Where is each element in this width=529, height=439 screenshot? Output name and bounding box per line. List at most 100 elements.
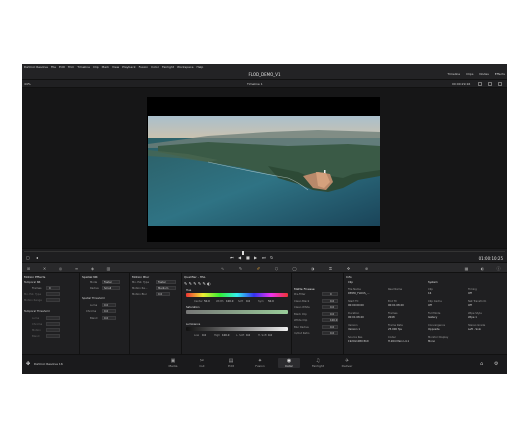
center-value[interactable]: 50.0 xyxy=(204,300,210,303)
window-icon[interactable]: ⬡ xyxy=(274,266,279,271)
menu-color[interactable]: Color xyxy=(151,65,159,69)
dock-options-icon[interactable]: ◐ xyxy=(480,266,485,271)
last-frame-icon[interactable]: ⏭ xyxy=(262,256,266,260)
luminance-bar[interactable] xyxy=(186,327,288,331)
saturation-bar[interactable] xyxy=(186,310,288,314)
width-value[interactable]: 100.0 xyxy=(226,300,233,303)
motion-range-select[interactable] xyxy=(46,298,60,302)
more-options-icon[interactable] xyxy=(498,82,502,86)
viewer-options-icon[interactable]: ▢ xyxy=(26,256,30,260)
viewer-mode-icon[interactable] xyxy=(478,82,482,86)
info-key: Net Transform xyxy=(468,300,487,303)
settings-icon[interactable]: ⚙ xyxy=(494,361,498,367)
playhead[interactable] xyxy=(242,251,244,255)
key-icon[interactable]: ⚿ xyxy=(328,266,333,271)
info-icon[interactable]: ⓘ xyxy=(496,266,501,271)
info-value: Off xyxy=(468,292,472,295)
color-warper-icon[interactable]: ✎ xyxy=(238,266,243,271)
menu-edit[interactable]: Edit xyxy=(59,65,65,69)
page-tab-cut[interactable]: ✂ Cut xyxy=(191,358,213,368)
info-value: 00:00:00:00 xyxy=(348,304,364,307)
menu-help[interactable]: Help xyxy=(196,65,203,69)
page-tab-label: Color xyxy=(285,364,293,368)
timeline-selector[interactable]: Timeline 1 xyxy=(247,82,263,86)
loop-icon[interactable]: ↻ xyxy=(270,256,273,260)
page-tab-fairlight[interactable]: ♫ Fairlight xyxy=(307,358,329,368)
play-reverse-icon[interactable]: ◀ xyxy=(238,256,241,260)
picker-tools-icon[interactable]: ✎ ✎ ✎ ✎ ✎ ◐ xyxy=(184,281,211,286)
sn-luma-value: 0.0 xyxy=(104,304,109,307)
page-tab-fusion[interactable]: ✦ Fusion xyxy=(249,358,271,368)
motion-effects-icon[interactable]: ◈ xyxy=(90,266,95,271)
menu-clip[interactable]: Clip xyxy=(93,65,99,69)
motion-field[interactable] xyxy=(46,328,60,332)
transport-bar: ▢ ◂ ⏮ ◀ ■ ▶ ⏭ ↻ 01:00:10:25 xyxy=(22,248,507,262)
page-tab-edit[interactable]: ▤ Edit xyxy=(220,358,242,368)
effects-toggle[interactable]: Effects xyxy=(495,72,505,76)
page-tab-deliver[interactable]: ✈ Deliver xyxy=(336,358,358,368)
info-key: Frames xyxy=(388,312,398,315)
curves-icon[interactable]: ∿ xyxy=(220,266,225,271)
menu-app[interactable]: DaVinci Resolve xyxy=(24,65,48,69)
menu-fairlight[interactable]: Fairlight xyxy=(162,65,174,69)
hsoft-value[interactable]: 0.0 xyxy=(268,334,272,337)
info-key: Clip Cache xyxy=(428,300,442,303)
scrubber-track[interactable] xyxy=(24,251,505,255)
transport-timecode: 01:00:10:25 xyxy=(478,256,503,261)
spatial-nr-panel: Spatial NR Mode Faster Radius Small Spat… xyxy=(80,273,130,354)
menu-timeline[interactable]: Timeline xyxy=(77,65,90,69)
luma-label: Luma xyxy=(32,317,40,320)
gallery-icon[interactable]: ▥ xyxy=(106,266,111,271)
low-value[interactable]: 0.0 xyxy=(202,334,206,337)
tracker-icon[interactable]: ◯ xyxy=(292,266,297,271)
page-tab-media[interactable]: ▣ Media xyxy=(162,358,184,368)
chroma-field[interactable] xyxy=(46,322,60,326)
menu-trim[interactable]: Trim xyxy=(68,65,74,69)
menu-fusion[interactable]: Fusion xyxy=(139,65,149,69)
sn-luma-label: Luma xyxy=(90,304,98,307)
scopes-icon[interactable]: ▦ xyxy=(464,266,469,271)
volume-icon[interactable]: ◂ xyxy=(36,256,38,260)
3d-icon[interactable]: ⊕ xyxy=(364,266,369,271)
app-version: DaVinci Resolve 16 xyxy=(34,362,63,366)
info-key: Monitor Display xyxy=(428,336,449,339)
menu-view[interactable]: View xyxy=(112,65,119,69)
play-icon[interactable]: ▶ xyxy=(254,256,257,260)
video-frame[interactable] xyxy=(148,116,380,226)
luma-field[interactable] xyxy=(46,316,60,320)
blend-field[interactable] xyxy=(46,334,60,338)
blur-icon[interactable]: ◑ xyxy=(310,266,315,271)
camera-raw-icon[interactable]: ⊞ xyxy=(26,266,31,271)
home-icon[interactable]: ⌂ xyxy=(480,361,483,367)
nodes-toggle[interactable]: Nodes xyxy=(479,72,488,76)
menu-file[interactable]: File xyxy=(51,65,56,69)
color-wheels-icon[interactable]: ◎ xyxy=(58,266,63,271)
menu-workspace[interactable]: Workspace xyxy=(177,65,193,69)
info-key: Source Res xyxy=(348,336,363,339)
menu-playback[interactable]: Playback xyxy=(122,65,135,69)
soft-value[interactable]: 0.0 xyxy=(246,300,250,303)
sym-value[interactable]: 50.0 xyxy=(268,300,274,303)
color-match-icon[interactable]: ✕ xyxy=(42,266,47,271)
lsoft-value[interactable]: 0.0 xyxy=(246,334,250,337)
rgb-mixer-icon[interactable]: ≡ xyxy=(74,266,79,271)
mo-est-type-select[interactable] xyxy=(46,292,60,296)
zoom-level[interactable]: 44% xyxy=(24,82,31,86)
high-value[interactable]: 100.0 xyxy=(222,334,229,337)
page-tab-color[interactable]: ◉ Color xyxy=(278,358,300,368)
info-key: Reel Name xyxy=(388,288,403,291)
info-value: 00:01:08:20 xyxy=(348,316,364,319)
timeline-toggle[interactable]: Timeline xyxy=(447,72,460,76)
info-key: Full Mode xyxy=(428,312,441,315)
clips-toggle[interactable]: Clips xyxy=(466,72,473,76)
hue-bar[interactable] xyxy=(186,293,288,297)
grid-icon[interactable] xyxy=(488,82,492,86)
stop-icon[interactable]: ■ xyxy=(246,256,250,260)
first-frame-icon[interactable]: ⏮ xyxy=(230,256,234,260)
resolve-window: DaVinci Resolve File Edit Trim Timeline … xyxy=(22,64,507,374)
qualifier-icon[interactable]: ✐ xyxy=(256,266,261,271)
matte-row-label: Blur Radius xyxy=(294,325,309,329)
sizing-icon[interactable]: ✥ xyxy=(346,266,351,271)
frames-label: Frames xyxy=(32,287,42,290)
menu-mark[interactable]: Mark xyxy=(102,65,109,69)
